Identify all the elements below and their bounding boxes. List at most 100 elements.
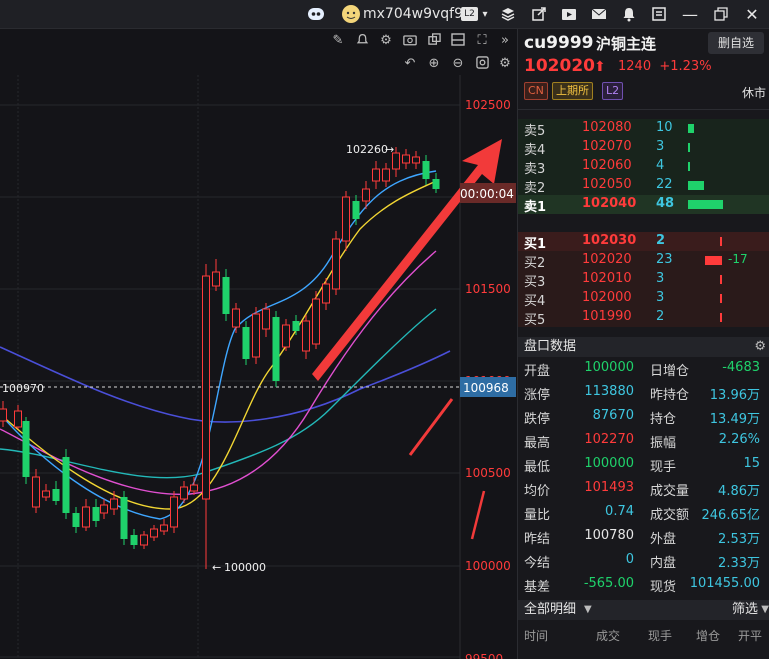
details-header: 全部明细 ▼ 筛选 ▼ [518, 600, 769, 620]
grid-icon[interactable] [649, 4, 669, 24]
stat-row: 最高 102270 振幅 2.26% [518, 430, 769, 452]
candle-body [302, 320, 310, 352]
minimize-icon[interactable]: — [680, 4, 700, 24]
ask-row[interactable]: 卖3 102060 4 [518, 157, 769, 177]
candle-body [110, 498, 118, 510]
candle-body [432, 179, 440, 189]
left-annotation: 100970 [2, 382, 44, 395]
username[interactable]: mx704w9vqf9 [363, 4, 463, 24]
stat-label: 开盘 [524, 364, 551, 379]
details-title[interactable]: 全部明细 [524, 600, 576, 620]
high-annotation: 102260 [346, 143, 388, 156]
stat-label: 最低 [524, 460, 551, 475]
last-price: 102020 [524, 56, 595, 76]
candle-body [82, 506, 90, 528]
remove-watchlist-button[interactable]: 删自选 [708, 32, 764, 54]
close-icon[interactable]: ✕ [742, 4, 762, 24]
avatar[interactable] [340, 4, 362, 24]
bid-row[interactable]: 买2 102020 23 -17 [518, 251, 769, 271]
ask-price: 102050 [582, 177, 632, 192]
bid-volume-bar [720, 275, 722, 284]
candle-body [150, 528, 158, 538]
bid-volume: 3 [656, 290, 665, 305]
stat-value: 13.49万 [709, 412, 760, 427]
ask-price: 102060 [582, 158, 632, 173]
stat-label: 涨停 [524, 388, 551, 403]
stat-label: 成交额 [650, 508, 690, 523]
bid-price: 102030 [582, 233, 637, 248]
ask-price: 102070 [582, 139, 632, 154]
candle-body [362, 188, 370, 202]
candle-body [282, 324, 290, 348]
symbol-name: 沪铜主连 [596, 35, 657, 53]
candle-body [372, 168, 380, 182]
candle-body [120, 497, 128, 539]
chevron-down-icon[interactable]: ▼ [584, 600, 592, 620]
candle-body [202, 275, 210, 500]
bell-icon[interactable] [619, 4, 639, 24]
candle-body [22, 421, 30, 477]
ask-row[interactable]: 卖2 102050 22 [518, 176, 769, 196]
bid-row[interactable]: 买4 102000 3 [518, 289, 769, 309]
ask-volume: 3 [656, 139, 665, 154]
filter-button[interactable]: 筛选 [732, 600, 758, 620]
candle-body [130, 535, 138, 545]
column-time: 时间 [524, 629, 549, 643]
ask-row[interactable]: 卖5 102080 10 [518, 119, 769, 139]
stat-label: 现手 [650, 460, 677, 475]
stat-value: -4683 [722, 360, 760, 375]
candle-body [72, 513, 80, 527]
candle-body [100, 504, 108, 514]
stat-value: 113880 [584, 384, 634, 399]
kline-chart-panel[interactable]: ✎ ⚙ ⛶ » ↶ ⊕ ⊖ ⚙ 102260 → ← 100000 100970… [0, 29, 516, 659]
stat-value: 100780 [584, 528, 634, 543]
stat-value: 100000 [584, 456, 634, 471]
chevron-down-icon[interactable]: ▾ [479, 4, 491, 24]
market-tag-cn: CN [524, 82, 548, 100]
annotation-arrow [312, 139, 502, 381]
stat-row: 量比 0.74 成交额 246.65亿 [518, 502, 769, 524]
candle-body [190, 484, 198, 492]
video-icon[interactable] [559, 4, 579, 24]
candle-body [322, 283, 330, 304]
current-price-tag-text: 100968 [463, 381, 509, 395]
restore-icon[interactable] [711, 4, 731, 24]
stat-label: 内盘 [650, 556, 677, 571]
candle-body [180, 486, 188, 500]
price-label: 99500 [465, 652, 503, 659]
bid-row[interactable]: 买5 101990 2 [518, 308, 769, 328]
ask-row[interactable]: 卖1 102040 48 [518, 195, 769, 215]
stat-label: 基差 [524, 580, 551, 595]
panel-settings-icon[interactable]: ⚙ [754, 337, 766, 357]
stat-value: 13.96万 [709, 388, 760, 403]
candle-body [342, 196, 350, 242]
stat-label: 量比 [524, 508, 551, 523]
price-label: 100500 [465, 466, 511, 480]
stat-label: 跌停 [524, 412, 551, 427]
stat-value: 4.86万 [718, 484, 760, 499]
bid-price: 101990 [582, 309, 632, 324]
stat-value: 246.65亿 [701, 508, 761, 523]
stat-row: 昨结 100780 外盘 2.53万 [518, 526, 769, 548]
stat-label: 成交量 [650, 484, 690, 499]
candle-body [332, 238, 340, 290]
mail-icon[interactable] [589, 4, 609, 24]
candle-body [42, 490, 50, 498]
stat-label: 持仓 [650, 412, 677, 427]
bid-row[interactable]: 买3 102010 3 [518, 270, 769, 290]
ask-volume-bar [688, 200, 723, 209]
panel-header: 盘口数据 ⚙ [518, 337, 769, 357]
ask-price: 102080 [582, 120, 632, 135]
filter-chevron-icon[interactable]: ▼ [761, 600, 769, 620]
bid-volume: 3 [656, 271, 665, 286]
robot-icon[interactable] [305, 4, 327, 24]
stat-value: 2.53万 [718, 532, 760, 547]
candlestick-chart[interactable]: 102260 → ← 100000 100970 102500 101500 1… [0, 29, 516, 659]
external-link-icon[interactable] [529, 4, 549, 24]
bid-row[interactable]: 买1 102030 2 [518, 232, 769, 252]
ask-price: 102040 [582, 196, 637, 211]
title-bar: mx704w9vqf9 L2 ▾ — ✕ [0, 0, 769, 29]
layers-icon[interactable] [498, 4, 518, 24]
column-hand: 现手 [648, 629, 673, 643]
ask-row[interactable]: 卖4 102070 3 [518, 138, 769, 158]
